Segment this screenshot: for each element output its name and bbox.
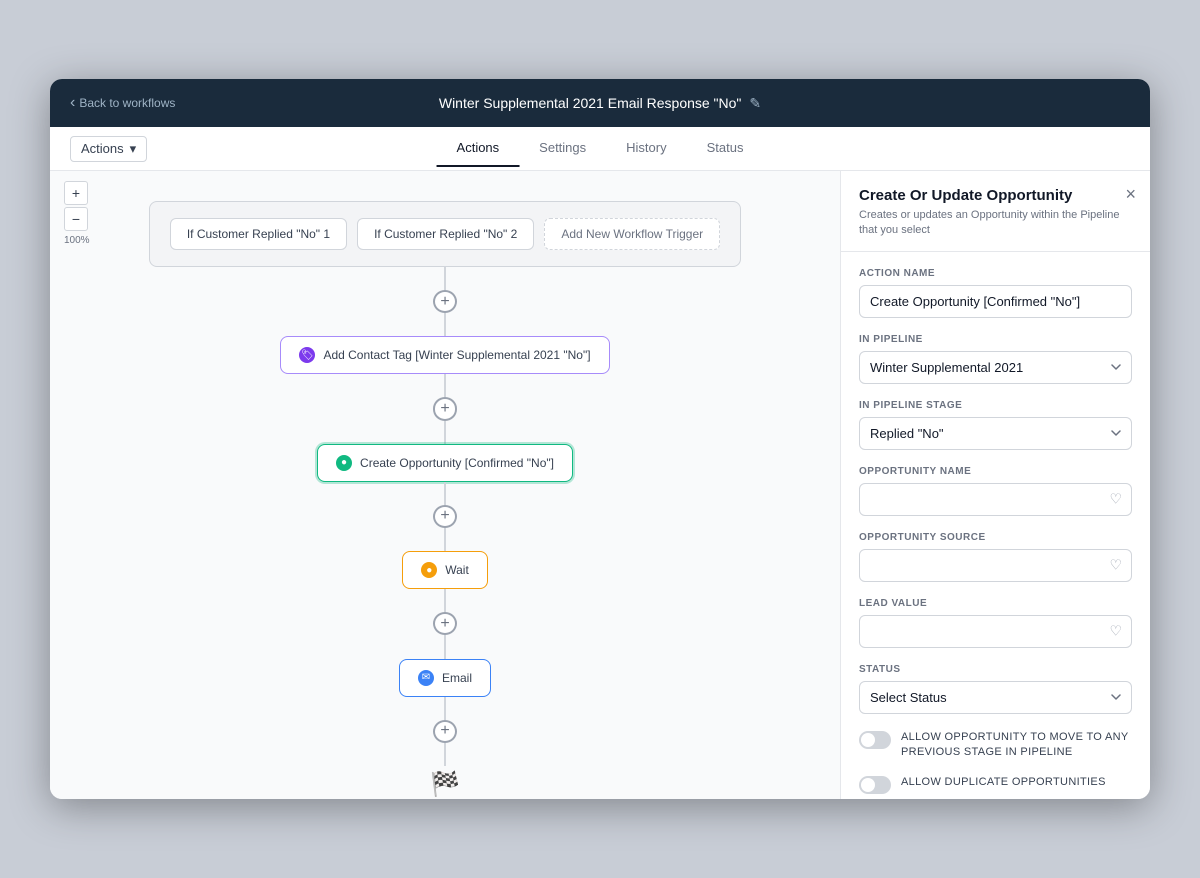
connector-line-10 [444, 743, 446, 766]
lead-value-label: LEAD VALUE [859, 598, 1132, 609]
tag-node-label: Add Contact Tag [Winter Supplemental 202… [323, 348, 590, 362]
in-pipeline-stage-label: IN PIPELINE STAGE [859, 400, 1132, 411]
action-name-input[interactable] [859, 285, 1132, 318]
allow-duplicate-row: ALLOW DUPLICATE OPPORTUNITIES [859, 775, 1132, 794]
in-pipeline-field-group: IN PIPELINE Winter Supplemental 2021 [859, 334, 1132, 384]
status-select[interactable]: Select Status [859, 681, 1132, 714]
connector-line-8 [444, 635, 446, 658]
app-container: Back to workflows Winter Supplemental 20… [50, 79, 1150, 799]
opportunity-source-label: OPPORTUNITY SOURCE [859, 532, 1132, 543]
chevron-down-icon: ▾ [130, 141, 137, 157]
panel-subtitle: Creates or updates an Opportunity within… [859, 208, 1132, 239]
canvas-area: + − 100% If Customer Replied "No" 1 If C… [50, 171, 840, 799]
email-action-node[interactable]: ✉ Email [399, 659, 491, 697]
zoom-in-btn[interactable]: + [64, 181, 88, 205]
add-node-btn-2[interactable]: + [433, 397, 457, 420]
panel-body: ACTION NAME IN PIPELINE Winter Supplemen… [841, 252, 1150, 799]
workflow-canvas: If Customer Replied "No" 1 If Customer R… [50, 171, 840, 799]
add-node-btn-1[interactable]: + [433, 290, 457, 313]
tab-history[interactable]: History [606, 130, 686, 167]
finish-flag: 🏁 [430, 770, 460, 799]
lead-value-icon: ♡ [1109, 623, 1122, 640]
wait-icon: ● [421, 562, 437, 578]
add-node-btn-5[interactable]: + [433, 720, 457, 743]
zoom-out-btn[interactable]: − [64, 207, 88, 231]
opportunity-source-input-wrapper: ♡ [859, 549, 1132, 582]
tag-action-node[interactable]: 🏷 Add Contact Tag [Winter Supplemental 2… [280, 336, 609, 374]
connector-line-7 [444, 589, 446, 612]
opportunity-icon: ● [336, 455, 352, 471]
opportunity-source-icon: ♡ [1109, 557, 1122, 574]
workflow-name: Winter Supplemental 2021 Email Response … [439, 95, 742, 111]
actions-dropdown-label: Actions [81, 141, 124, 156]
nav-tabs: Actions ▾ Actions Settings History Statu… [50, 127, 1150, 171]
trigger-node-1[interactable]: If Customer Replied "No" 1 [170, 218, 347, 250]
connector-line-6 [444, 528, 446, 551]
opportunity-name-icon: ♡ [1109, 491, 1122, 508]
status-label: STATUS [859, 664, 1132, 675]
wait-node-label: Wait [445, 563, 469, 577]
add-node-btn-4[interactable]: + [433, 612, 457, 635]
connector-line-4 [444, 421, 446, 444]
trigger-box: If Customer Replied "No" 1 If Customer R… [149, 201, 741, 267]
right-panel: Create Or Update Opportunity Creates or … [840, 171, 1150, 799]
actions-dropdown[interactable]: Actions ▾ [70, 136, 147, 162]
canvas-controls: + − 100% [64, 181, 90, 246]
tab-status[interactable]: Status [687, 130, 764, 167]
close-panel-btn[interactable]: × [1125, 185, 1136, 203]
in-pipeline-select[interactable]: Winter Supplemental 2021 [859, 351, 1132, 384]
connector-line-2 [444, 313, 446, 336]
workflow-title: Winter Supplemental 2021 Email Response … [439, 95, 761, 112]
opportunity-source-field-group: OPPORTUNITY SOURCE ♡ [859, 532, 1132, 582]
opportunity-name-field-group: OPPORTUNITY NAME ♡ [859, 466, 1132, 516]
edit-title-icon[interactable]: ✎ [749, 95, 761, 112]
panel-title: Create Or Update Opportunity [859, 187, 1132, 204]
allow-duplicate-toggle[interactable] [859, 776, 891, 794]
email-node-label: Email [442, 671, 472, 685]
lead-value-input-wrapper: ♡ [859, 615, 1132, 648]
back-to-workflows-link[interactable]: Back to workflows [70, 94, 175, 112]
trigger-node-2[interactable]: If Customer Replied "No" 2 [357, 218, 534, 250]
main-content: + − 100% If Customer Replied "No" 1 If C… [50, 171, 1150, 799]
opportunity-action-node[interactable]: ● Create Opportunity [Confirmed "No"] [317, 444, 573, 482]
action-name-field-group: ACTION NAME [859, 268, 1132, 318]
add-trigger-btn[interactable]: Add New Workflow Trigger [544, 218, 720, 250]
allow-previous-stage-label: ALLOW OPPORTUNITY TO MOVE TO ANY PREVIOU… [901, 730, 1132, 761]
opportunity-name-input[interactable] [859, 483, 1132, 516]
opportunity-name-label: OPPORTUNITY NAME [859, 466, 1132, 477]
wait-action-node[interactable]: ● Wait [402, 551, 488, 589]
opportunity-name-input-wrapper: ♡ [859, 483, 1132, 516]
in-pipeline-label: IN PIPELINE [859, 334, 1132, 345]
action-name-label: ACTION NAME [859, 268, 1132, 279]
connector-line-1 [444, 267, 446, 290]
allow-duplicate-label: ALLOW DUPLICATE OPPORTUNITIES [901, 775, 1106, 790]
opportunity-node-label: Create Opportunity [Confirmed "No"] [360, 456, 554, 470]
lead-value-input[interactable] [859, 615, 1132, 648]
tab-actions[interactable]: Actions [437, 130, 520, 167]
tabs-center: Actions Settings History Status [437, 130, 764, 167]
status-field-group: STATUS Select Status [859, 664, 1132, 714]
email-icon: ✉ [418, 670, 434, 686]
tag-icon: 🏷 [299, 347, 315, 363]
panel-header: Create Or Update Opportunity Creates or … [841, 171, 1150, 252]
connector-line-5 [444, 482, 446, 505]
connector-line-3 [444, 374, 446, 397]
tab-settings[interactable]: Settings [519, 130, 606, 167]
connector-line-9 [444, 697, 446, 720]
add-node-btn-3[interactable]: + [433, 505, 457, 528]
lead-value-field-group: LEAD VALUE ♡ [859, 598, 1132, 648]
allow-previous-stage-toggle[interactable] [859, 731, 891, 749]
in-pipeline-stage-field-group: IN PIPELINE STAGE Replied "No" [859, 400, 1132, 450]
top-bar: Back to workflows Winter Supplemental 20… [50, 79, 1150, 127]
opportunity-source-input[interactable] [859, 549, 1132, 582]
zoom-label: 100% [64, 235, 90, 246]
in-pipeline-stage-select[interactable]: Replied "No" [859, 417, 1132, 450]
allow-previous-stage-row: ALLOW OPPORTUNITY TO MOVE TO ANY PREVIOU… [859, 730, 1132, 761]
